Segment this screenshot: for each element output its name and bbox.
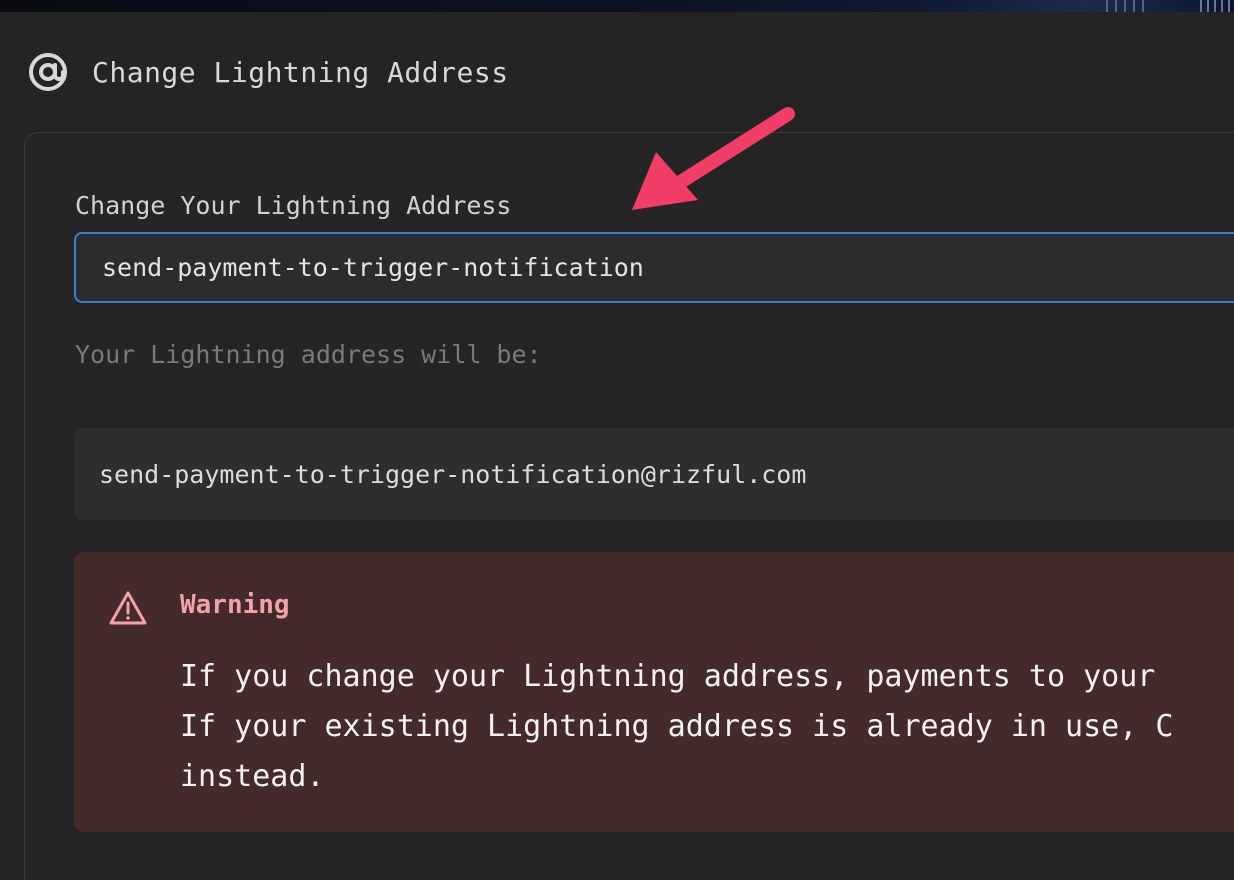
address-preview-box: send-payment-to-trigger-notification@riz… bbox=[74, 428, 1234, 520]
warning-line: If your existing Lightning address is al… bbox=[180, 709, 1174, 744]
warning-line: If you change your Lightning address, pa… bbox=[180, 659, 1156, 694]
background-decoration bbox=[1106, 0, 1150, 12]
warning-line: instead. bbox=[180, 759, 325, 794]
page-title: Change Lightning Address bbox=[92, 55, 509, 89]
warning-triangle-icon bbox=[109, 591, 147, 625]
warning-message: If you change your Lightning address, pa… bbox=[180, 652, 1234, 802]
warning-title: Warning bbox=[180, 590, 290, 620]
warning-alert: Warning If you change your Lightning add… bbox=[74, 552, 1234, 832]
background-decoration bbox=[1200, 0, 1234, 12]
window-top-strip bbox=[0, 0, 1234, 12]
pointer-arrow-icon bbox=[632, 107, 795, 210]
address-preview-label: Your Lightning address will be: bbox=[75, 340, 542, 369]
address-field-label: Change Your Lightning Address bbox=[75, 191, 512, 220]
address-preview-value: send-payment-to-trigger-notification@riz… bbox=[99, 459, 807, 489]
dialog-header: Change Lightning Address bbox=[26, 50, 509, 94]
lightning-address-input[interactable] bbox=[74, 232, 1234, 303]
at-sign-icon bbox=[26, 50, 70, 94]
